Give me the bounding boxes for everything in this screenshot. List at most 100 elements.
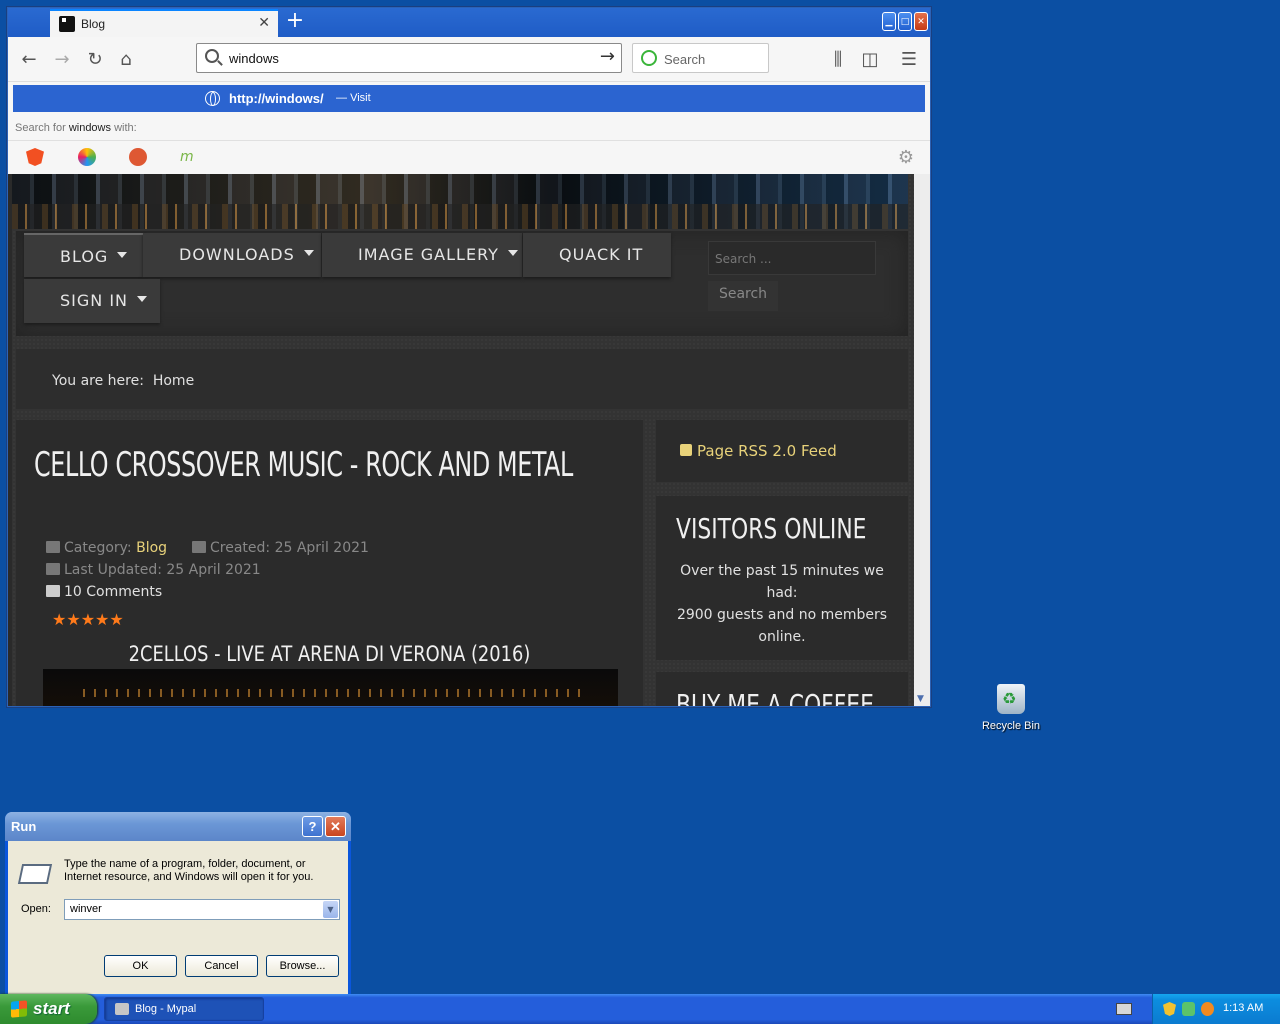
reload-icon[interactable]: ↻ [83, 48, 107, 72]
video-player[interactable] [43, 669, 618, 706]
chevron-down-icon[interactable]: ▼ [323, 901, 338, 918]
site-favicon-icon [59, 16, 75, 32]
system-tray: 1:13 AM [1152, 994, 1280, 1024]
search-settings-gear-icon[interactable]: ⚙ [898, 147, 914, 168]
video-title: 2CELLOS - LIVE AT ARENA DI VERONA (2016) [128, 642, 531, 666]
browse-button[interactable]: Browse... [266, 955, 339, 977]
run-title: Run [11, 819, 37, 834]
article-created: Created: 25 April 2021 [192, 540, 369, 556]
maximize-button[interactable]: □ [898, 12, 912, 31]
security-shield-icon[interactable] [1163, 1002, 1176, 1016]
tab-close-icon[interactable]: ✕ [258, 15, 270, 31]
site-search-button[interactable]: Search [708, 281, 778, 311]
start-button[interactable]: start [0, 994, 97, 1024]
chevron-down-icon [117, 252, 128, 258]
duckduckgo-engine-icon[interactable] [129, 148, 147, 166]
open-combobox[interactable]: winver ▼ [64, 899, 340, 920]
rss-icon [680, 444, 692, 456]
mypal-icon [115, 1003, 129, 1015]
tab-blog[interactable]: Blog ✕ [50, 9, 278, 37]
menu-sign-in[interactable]: SIGN IN [24, 279, 160, 323]
cancel-button[interactable]: Cancel [185, 955, 258, 977]
visitors-module: VISITORS ONLINE Over the past 15 minutes… [656, 496, 908, 660]
recycle-bin-label: Recycle Bin [981, 720, 1041, 732]
suggestion-visit-url[interactable]: http://windows/ — Visit [13, 85, 925, 112]
search-tray-icon[interactable] [1201, 1002, 1214, 1016]
search-icon [205, 49, 219, 63]
ok-button[interactable]: OK [104, 955, 177, 977]
calendar-icon [192, 541, 206, 553]
one-off-search-engines: m ⚙ [8, 140, 930, 174]
rss-feed-link[interactable]: Page RSS 2.0 Feed [697, 442, 837, 460]
article-comments[interactable]: 10 Comments [46, 584, 162, 600]
help-button[interactable]: ? [302, 816, 323, 837]
close-button[interactable]: ✕ [325, 816, 346, 837]
run-dialog: Run ? ✕ Type the name of a program, fold… [5, 812, 351, 998]
taskbar: start Blog - Mypal 1:13 AM [0, 994, 1280, 1024]
menu-downloads[interactable]: DOWNLOADS [143, 233, 321, 277]
recycle-bin[interactable]: Recycle Bin [978, 684, 1044, 732]
page-scrollbar[interactable]: ▼ [914, 174, 930, 706]
tab-strip: Blog ✕ + ▁ □ ✕ [8, 8, 930, 37]
menu-image-gallery[interactable]: IMAGE GALLERY [322, 233, 522, 277]
search-engine-icon [641, 50, 657, 66]
article-updated: Last Updated: 25 April 2021 [46, 562, 261, 578]
visitors-title: VISITORS ONLINE [676, 512, 867, 545]
breadcrumb: You are here: Home [16, 349, 908, 409]
run-icon [17, 864, 53, 884]
network-icon[interactable] [1182, 1002, 1195, 1016]
search-with-label: Search for windows with: [15, 122, 137, 134]
open-input[interactable]: winver [70, 903, 102, 915]
site-search-input[interactable]: Search ... [708, 241, 876, 275]
category-link[interactable]: Blog [136, 540, 167, 556]
brave-engine-icon[interactable] [26, 148, 44, 166]
menu-quack-it[interactable]: QUACK IT [523, 233, 671, 277]
home-icon[interactable]: ⌂ [114, 48, 138, 72]
open-label: Open: [21, 903, 51, 915]
new-tab-button[interactable]: + [282, 8, 308, 36]
site-banner-image [12, 174, 908, 229]
keyboard-layout-icon[interactable] [1116, 1003, 1132, 1015]
qwant-engine-icon[interactable] [78, 148, 96, 166]
coffee-title: BUY ME A COFFEE [676, 688, 874, 706]
coffee-module: BUY ME A COFFEE [656, 672, 908, 706]
menu-blog[interactable]: BLOG [24, 233, 144, 277]
folder-icon [46, 541, 60, 553]
window-controls: ▁ □ ✕ [882, 12, 928, 31]
taskbar-item-browser[interactable]: Blog - Mypal [104, 997, 264, 1021]
mojeek-engine-icon[interactable]: m [180, 148, 198, 166]
visitors-text: Over the past 15 minutes we had: 2900 gu… [676, 563, 888, 645]
close-window-button[interactable]: ✕ [914, 12, 928, 31]
suggestion-url: http://windows/ [229, 91, 324, 106]
rss-module: Page RSS 2.0 Feed [656, 420, 908, 482]
url-suggestions-popup: http://windows/ — Visit Search for windo… [8, 82, 930, 174]
search-input[interactable]: Search [664, 52, 705, 67]
url-input[interactable]: windows [229, 51, 279, 66]
menu-icon[interactable]: ☰ [897, 48, 921, 72]
scroll-down-icon[interactable]: ▼ [917, 694, 927, 704]
breadcrumb-prefix: You are here: [52, 373, 144, 389]
library-icon[interactable]: ⫼ [826, 48, 850, 72]
suggestion-action: — Visit [336, 92, 371, 104]
go-arrow-icon[interactable]: → [600, 46, 615, 67]
search-bar[interactable]: Search [632, 43, 769, 73]
breadcrumb-home-link[interactable]: Home [153, 373, 194, 389]
run-titlebar[interactable]: Run ? ✕ [5, 812, 351, 841]
article-title[interactable]: CELLO CROSSOVER MUSIC - ROCK AND METAL [34, 442, 580, 488]
clock[interactable]: 1:13 AM [1223, 1002, 1263, 1014]
navigation-toolbar: ← → ↻ ⌂ windows → Search ⫼ ◫ ☰ [8, 37, 930, 82]
site-menu: BLOG DOWNLOADS IMAGE GALLERY QUACK IT SI… [16, 231, 908, 336]
recycle-bin-icon [997, 684, 1025, 714]
browser-window: Blog ✕ + ▁ □ ✕ ← → ↻ ⌂ windows → Search … [7, 7, 931, 707]
chevron-down-icon [137, 296, 148, 302]
windows-logo-icon [11, 1000, 27, 1018]
forward-icon[interactable]: → [50, 48, 74, 72]
minimize-button[interactable]: ▁ [882, 12, 896, 31]
sidebar-icon[interactable]: ◫ [858, 48, 882, 72]
back-icon[interactable]: ← [17, 48, 41, 72]
chevron-down-icon [303, 250, 314, 256]
chevron-down-icon [507, 250, 518, 256]
url-bar[interactable]: windows → [196, 43, 622, 73]
rating-stars[interactable]: ★★★★★ [52, 610, 124, 629]
web-page: BLOG DOWNLOADS IMAGE GALLERY QUACK IT SI… [12, 174, 918, 706]
